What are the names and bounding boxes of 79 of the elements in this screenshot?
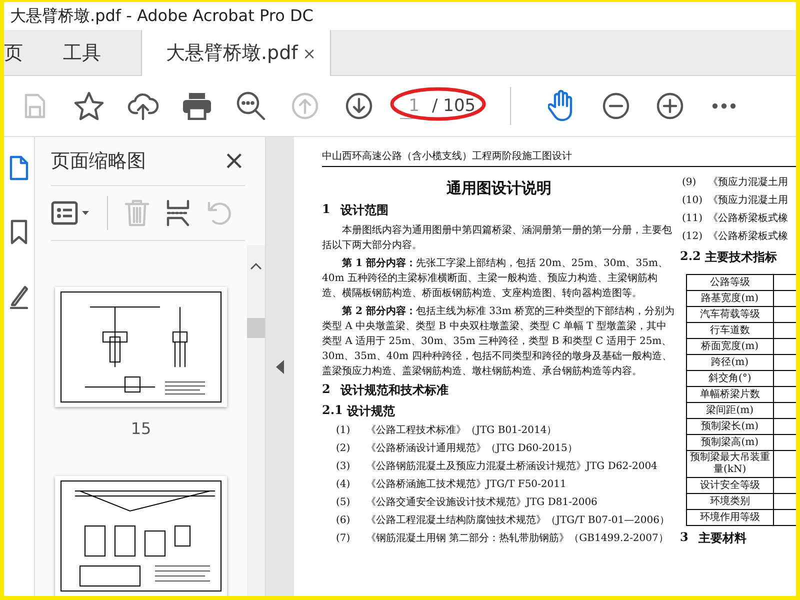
item-text: 《公路桥梁板式橡 (708, 213, 788, 225)
search-icon[interactable] (236, 91, 266, 121)
item-number: (3) (336, 461, 352, 473)
item-text: 《公路工程混凝土结构防腐蚀技术规范》（JTG/T B07-01—2006） (366, 515, 670, 527)
item-text: 《公路桥梁板式橡 (708, 231, 788, 243)
table-cell: 路基宽度(m) (686, 290, 774, 306)
table-cell: 梁间距(m) (686, 402, 774, 418)
heading-text: 主要技术指标 (704, 249, 777, 266)
document-title: 通用图设计说明 (446, 179, 552, 198)
item-number: (12) (682, 231, 704, 243)
zoom-in-icon[interactable] (656, 92, 684, 120)
item-number: (7) (336, 533, 352, 545)
collapse-arrow-icon[interactable] (276, 360, 284, 374)
item-number: (5) (336, 497, 352, 509)
page-thumbnail[interactable] (55, 476, 227, 596)
table-cell: 预制梁最大吊装重量(kN) (686, 450, 774, 478)
paragraph: 第 2 部分内容：包括主线为标准 33m 桥宽的三种类型的下部结构，分别为类型 A 中央墩盖梁、类型 B 中央双柱墩盖梁、类型 C 单幅 T 型墩盖梁，其中类型 A 适用于 25m、30m、35m 三种跨径，类型 B 和类型 C 适用于 25m、30m、35m、40m 四种种跨径，包括不同类型和跨径的墩身及基础一般构造、盖梁预应力构造、盖梁钢筋构造、墩柱钢筋构造、承台钢筋构造等内容。 (322, 304, 676, 379)
window-title: 大悬臂桥墩.pdf - Adobe Acrobat Pro DC (9, 5, 314, 27)
table-cell: 斜交角(°) (686, 370, 774, 386)
heading-number: 2.1 (322, 403, 343, 419)
cloud-upload-icon[interactable] (127, 91, 159, 121)
page-count: / 105 (432, 96, 476, 116)
page-insert-icon[interactable] (166, 199, 190, 227)
more-icon[interactable] (712, 103, 736, 109)
item-number: (9) (682, 177, 698, 189)
item-text: 《钢筋混凝土用钢 第二部分：热轧带肋钢筋》（GB1499.2-2007） (366, 533, 668, 545)
scroll-up-icon[interactable] (250, 262, 262, 270)
page-number: 15 (130, 419, 152, 438)
table-cell: 跨径(m) (686, 354, 774, 370)
item-text: 《公路桥涵设计通用规范》（JTG D60-2015） (366, 443, 578, 455)
heading-number: 1 (322, 202, 330, 218)
table-cell: 公路等级 (686, 274, 774, 290)
page-icon[interactable] (9, 155, 29, 181)
item-text: 《预应力混凝土用 (708, 195, 788, 207)
page-header: 中山西环高速公路（含小榄支线）工程两阶段施工图设计 (322, 149, 796, 167)
heading-number: 2.2 (680, 249, 701, 265)
close-button[interactable]: × (223, 146, 245, 176)
item-text: 《公路工程技术标准》（JTG B01-2014） (366, 425, 557, 437)
heading-text: 设计规范 (346, 403, 395, 420)
bookmark-icon[interactable] (10, 219, 28, 245)
table-cell: 预制梁长(m) (686, 418, 774, 434)
item-text: 《公路钢筋混凝土及预应力混凝土桥涵设计规范》JTG D62-2004 (366, 461, 658, 473)
table-cell: 预制梁高(m) (686, 434, 774, 450)
table-cell: 桥面宽度(m) (686, 338, 774, 354)
page-thumbnail[interactable] (55, 287, 227, 407)
table-cell: 环境作用等级 (686, 510, 774, 526)
tab[interactable]: 大悬臂桥墩.pdf × (141, 30, 331, 76)
zoom-out-icon[interactable] (602, 92, 630, 120)
item-number: (10) (682, 195, 704, 207)
heading-text: 设计范围 (340, 202, 388, 219)
heading-number: 3 (680, 530, 688, 546)
table-cell: 单幅桥梁片数 (686, 386, 774, 402)
item-number: (6) (336, 515, 352, 527)
tab[interactable]: 工具 (43, 30, 121, 75)
printer-icon[interactable] (182, 92, 212, 120)
item-number: (11) (682, 213, 704, 225)
panel-title: 页面缩略图 (51, 149, 146, 174)
item-number: (2) (336, 443, 352, 455)
table-cell: 环境类别 (686, 494, 774, 510)
arrow-down-circle-icon[interactable] (345, 92, 373, 120)
item-text: 《预应力混凝土用 (708, 177, 788, 189)
star-icon[interactable] (74, 91, 104, 121)
close-tab-button[interactable]: × (302, 44, 316, 62)
table-cell: 设计安全等级 (686, 478, 774, 494)
pen-icon[interactable] (9, 283, 29, 309)
item-text: 《公路交通安全设施设计技术规范》JTG D81-2006 (366, 497, 598, 509)
heading-text: 设计规范和技术标准 (340, 382, 448, 399)
item-number: (4) (336, 479, 352, 491)
table-cell: 行车道数 (686, 322, 774, 338)
tab[interactable]: 页 (4, 30, 43, 75)
item-text: 《公路桥涵施工技术规范》JTG/T F50-2011 (366, 479, 566, 491)
heading-text: 主要材料 (698, 530, 746, 547)
heading-number: 2 (322, 382, 330, 398)
list-options-icon[interactable] (51, 201, 91, 225)
paragraph: 第 1 部分内容：先张工字梁上部结构，包括 20m、25m、30m、35m、40m 五种跨径的主梁标准横断面、主梁一般构造、预应力构造、主梁钢筋构造、横隔板钢筋构造、桥面板钢筋构造、支座构造图、转向器构造图等。 (322, 256, 669, 301)
scrollbar-thumb[interactable] (247, 318, 265, 338)
table-cell: 汽车荷载等级 (686, 306, 774, 322)
paragraph: 本册图纸内容为通用图册中第四篇桥梁、涵洞册第一册的第一分册，主要包括以下两大部分内容。 (322, 224, 673, 253)
item-number: (1) (336, 425, 352, 437)
